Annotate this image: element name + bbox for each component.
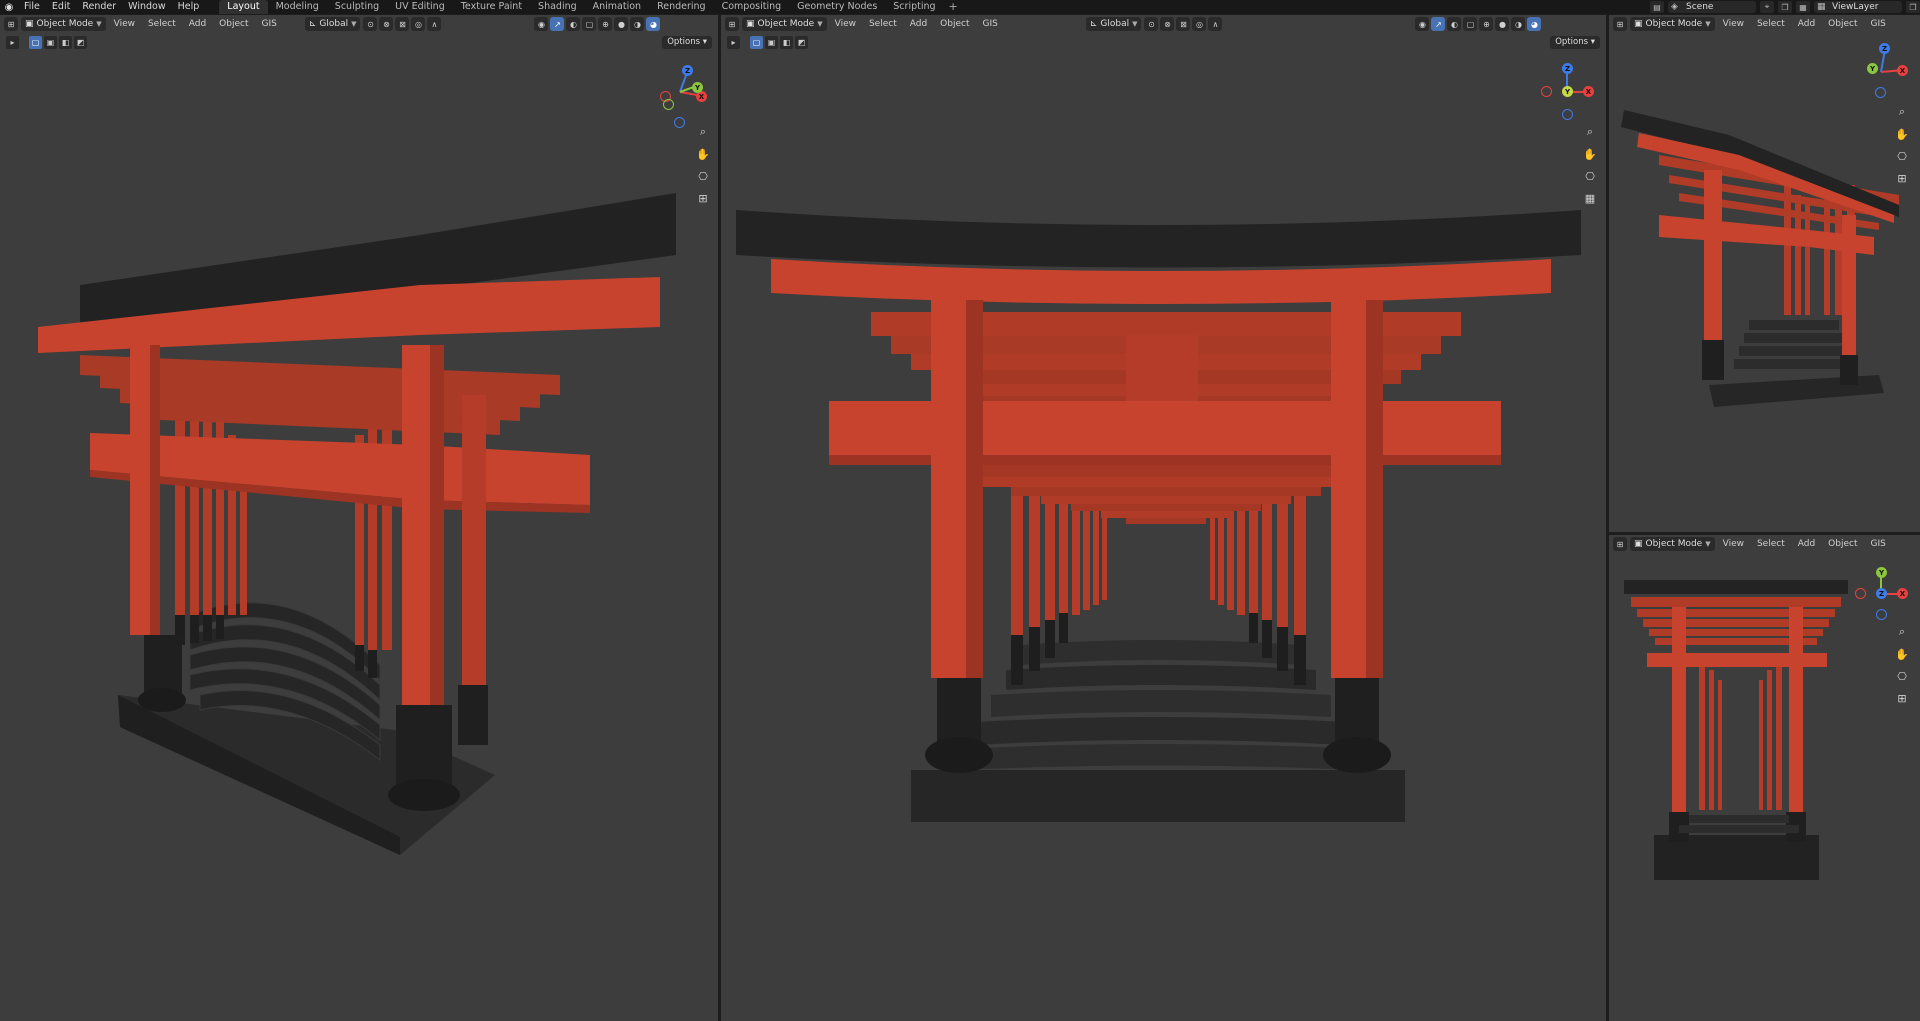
blender-logo-icon[interactable]: ◉ (0, 0, 18, 14)
top-right-controls: ▤ ◈ Scene ⌖ ❐ ▦ ▦ ViewLayer ❐ (1650, 0, 1920, 14)
front-pillar-left-foot (138, 688, 186, 712)
roof-kasagi (736, 210, 1581, 268)
tab-rendering[interactable]: Rendering (649, 0, 714, 14)
menu-help[interactable]: Help (172, 0, 206, 14)
viewport-left[interactable]: ⊞ ▣ Object Mode ▼ View Select Add Object G… (0, 15, 718, 1021)
menu-render[interactable]: Render (76, 0, 122, 14)
scene-selector-icon[interactable]: ▤ (1650, 1, 1664, 13)
tab-shading[interactable]: Shading (530, 0, 585, 14)
front-pillar-right-shade (430, 345, 444, 705)
stairs (1734, 320, 1854, 369)
view-layer-icon: ▦ (1817, 2, 1826, 12)
stairs (1679, 815, 1799, 833)
tab-sculpting[interactable]: Sculpting (327, 0, 387, 14)
viewport-top-right[interactable]: ⊞ ▣ Object Mode ▼ View Select Add Object G… (1609, 15, 1920, 532)
torii-scene-bottom-right[interactable] (1609, 535, 1920, 1021)
base-platform (911, 770, 1405, 822)
viewport-center[interactable]: ⊞ ▣ Object Mode ▼ View Select Add Object G… (721, 15, 1606, 1021)
menu-edit[interactable]: Edit (46, 0, 76, 14)
torii-scene-center[interactable] (721, 15, 1606, 1021)
scene-icon: ◈ (1671, 2, 1678, 12)
front-pillar-right-foot (388, 779, 460, 811)
tab-animation[interactable]: Animation (585, 0, 649, 14)
tab-scripting[interactable]: Scripting (885, 0, 943, 14)
front-pillar-right-shade (1366, 300, 1383, 678)
workspace-tabs: Layout Modeling Sculpting UV Editing Tex… (219, 0, 962, 14)
front-pillar-left-foot (925, 737, 993, 773)
front-pillar-right-base (1840, 355, 1858, 385)
tab-modeling[interactable]: Modeling (268, 0, 327, 14)
front-pillar-right-base (396, 705, 452, 785)
view-layer-name: ViewLayer (1832, 2, 1879, 12)
view-layer-field[interactable]: ▦ ViewLayer (1814, 1, 1902, 13)
scene-field[interactable]: ◈ Scene (1668, 1, 1756, 13)
menu-window[interactable]: Window (122, 0, 171, 14)
add-workspace-button[interactable]: + (944, 0, 963, 14)
tab-texture-paint[interactable]: Texture Paint (453, 0, 530, 14)
scene-name: Scene (1686, 2, 1714, 12)
front-pillar-right (1789, 607, 1803, 812)
torii-scene-left[interactable] (0, 15, 718, 1021)
back-pillar-right (462, 395, 486, 685)
tab-geometry-nodes[interactable]: Geometry Nodes (789, 0, 885, 14)
front-pillar-left-shade (150, 345, 160, 635)
front-pillar-left-base (1702, 340, 1724, 380)
torii-scene-top-right[interactable] (1609, 15, 1920, 532)
crossbeam-nuki (829, 401, 1501, 461)
front-pillar-right (1842, 215, 1856, 355)
tab-layout[interactable]: Layout (219, 0, 268, 14)
new-view-layer-icon[interactable]: ❐ (1906, 1, 1920, 13)
pin-icon[interactable]: ⌖ (1760, 1, 1774, 13)
front-pillar-right-foot (1323, 737, 1391, 773)
tab-compositing[interactable]: Compositing (714, 0, 790, 14)
front-pillar-left-shade (966, 300, 983, 678)
roof-kasagi (1624, 580, 1848, 594)
front-pillar-left (1672, 607, 1686, 812)
view-layer-selector-icon[interactable]: ▦ (1796, 1, 1810, 13)
top-bar: ◉ File Edit Render Window Help Layout Mo… (0, 0, 1920, 14)
tunnel-beams (1631, 597, 1841, 645)
new-scene-icon[interactable]: ❐ (1778, 1, 1792, 13)
viewport-bottom-right[interactable]: ⊞ ▣ Object Mode ▼ View Select Add Object G… (1609, 535, 1920, 1021)
back-pillar-right-base (458, 685, 488, 745)
front-pillar-left-base (144, 635, 182, 693)
crossbeam-nuki-shade (829, 455, 1501, 465)
tab-uv-editing[interactable]: UV Editing (387, 0, 453, 14)
front-pillar-left (1704, 170, 1722, 340)
menu-file[interactable]: File (18, 0, 46, 14)
tunnel-pillars (1699, 660, 1782, 810)
